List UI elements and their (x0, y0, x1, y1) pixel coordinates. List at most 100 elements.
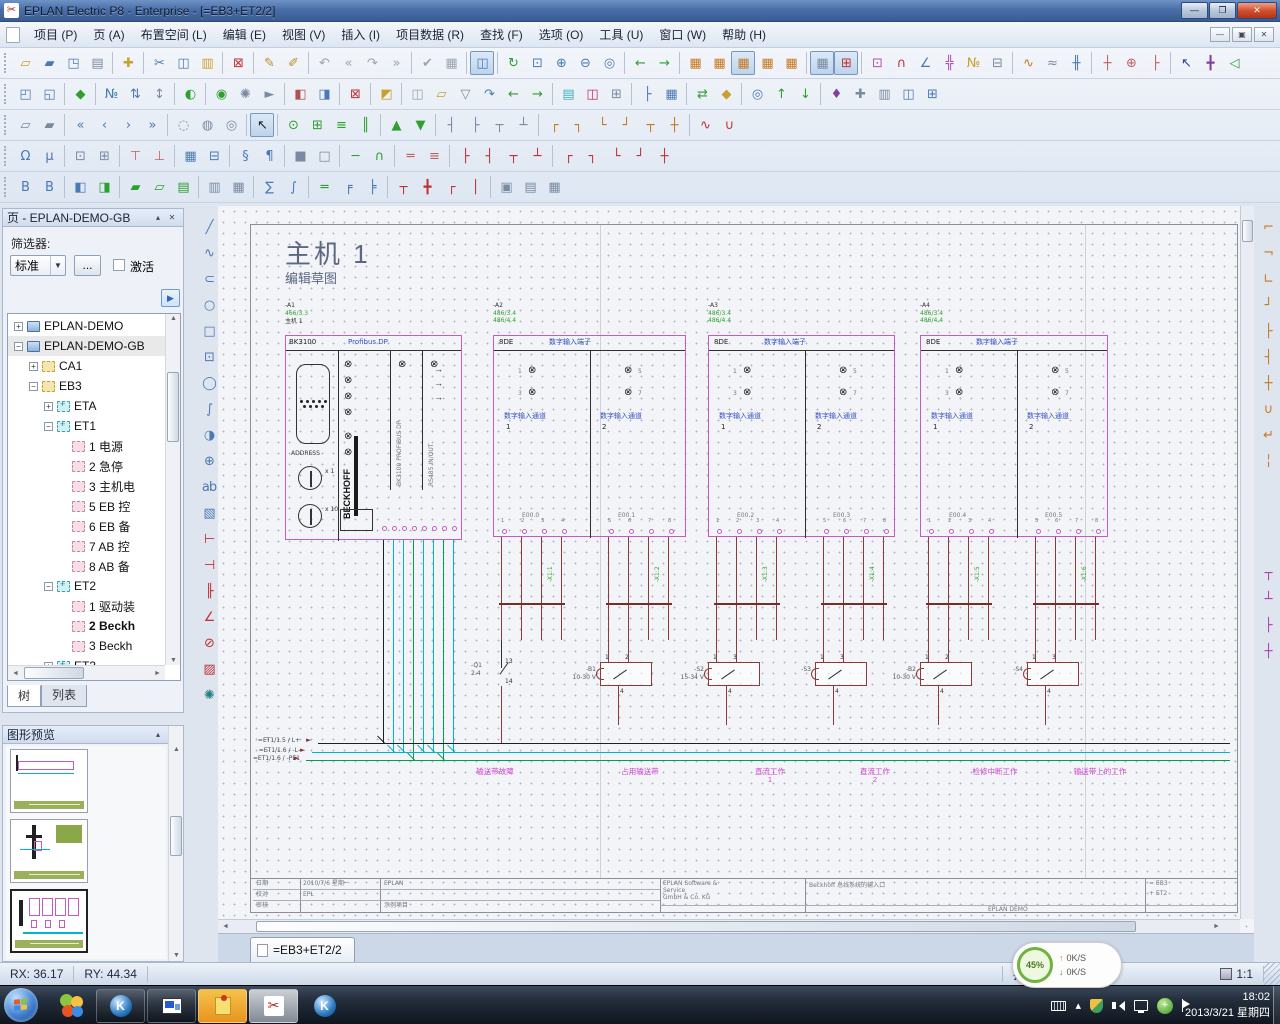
expand-icon[interactable]: + (29, 362, 38, 371)
cross-ref-button[interactable]: ▦ (659, 82, 683, 106)
bend-tl-button[interactable]: ┌ (556, 144, 580, 168)
taskbar-eplan-button[interactable]: ✂ (249, 989, 298, 1023)
preview-thumb-1[interactable] (10, 749, 88, 813)
apply-filter-button[interactable]: ▶ (161, 289, 180, 307)
find-button[interactable]: ◎ (745, 82, 769, 106)
coil-button[interactable]: Ω (13, 144, 37, 168)
symbol-dot-button[interactable]: ◌ (171, 113, 195, 137)
rectangle-button[interactable]: □ (198, 318, 220, 344)
branch-button[interactable]: ╬ (937, 51, 961, 75)
tree-item-8-ab-备[interactable]: 8 AB 备 (8, 556, 165, 576)
tree-vertical-scrollbar[interactable]: ▲ ▼ (165, 314, 180, 665)
approve-button[interactable]: ✔ (415, 51, 439, 75)
panel-pin-icon[interactable]: ▴ (151, 728, 165, 741)
cascade-button[interactable]: ◫ (896, 82, 920, 106)
cut-button[interactable]: ✂ (147, 51, 171, 75)
image-button[interactable]: ▧ (198, 500, 220, 526)
parts-list-button[interactable]: ▤ (556, 82, 580, 106)
dim-radius-button[interactable]: ⊘ (198, 630, 220, 656)
busbar-line-button[interactable]: ═ (398, 144, 422, 168)
jump-link-button[interactable]: ∪ (717, 113, 741, 137)
expand-icon[interactable]: + (44, 402, 53, 411)
insert-symbol-button[interactable]: ⊙ (281, 113, 305, 137)
bend-bl-button[interactable]: └ (604, 144, 628, 168)
expand-icon[interactable]: + (14, 322, 23, 331)
end-c-button[interactable]: ▦ (542, 175, 566, 199)
hatch-button[interactable]: ▨ (198, 656, 220, 682)
measure-button[interactable]: μ (37, 144, 61, 168)
filter-select[interactable]: 标准 ▼ (10, 255, 66, 276)
corner-red-button[interactable]: ┌ (439, 175, 463, 199)
device-tag-button[interactable]: ♦ (824, 82, 848, 106)
mdi-close-button[interactable]: ✕ (1254, 27, 1274, 42)
insert-table-button[interactable]: ▦ (439, 51, 463, 75)
new-button[interactable]: ▱ (13, 51, 37, 75)
sync-button[interactable]: ⇄ (690, 82, 714, 106)
preview-panel-header[interactable]: 图形预览 ▴ ✕ (3, 726, 183, 744)
conn-right-button[interactable]: ├ (463, 113, 487, 137)
menu-item-8[interactable]: 选项 (O) (531, 22, 592, 47)
frame-tr-button[interactable]: ¬ (1257, 240, 1279, 266)
wave-break-button[interactable]: ∿ (693, 113, 717, 137)
node-left-button[interactable]: ┤ (477, 144, 501, 168)
symbol-half-button[interactable]: ◍ (195, 113, 219, 137)
print-button[interactable]: ▤ (85, 51, 109, 75)
tree-horizontal-scrollbar[interactable]: ◄ ► (8, 665, 165, 680)
snap-left-button[interactable]: ◁ (1222, 51, 1246, 75)
canvas-vertical-scrollbar[interactable] (1240, 206, 1254, 919)
volume-icon[interactable] (1112, 1001, 1125, 1011)
window-macro-button[interactable]: ◱ (37, 82, 61, 106)
dim-base-button[interactable]: ╟ (198, 578, 220, 604)
menu-item-9[interactable]: 工具 (U) (591, 22, 651, 47)
tools-set-button[interactable]: ✚ (848, 82, 872, 106)
end-b-button[interactable]: ▤ (518, 175, 542, 199)
first-button[interactable]: « (68, 113, 92, 137)
zoom-in-button[interactable]: ⊕ (549, 51, 573, 75)
center-button[interactable]: ⊕ (1119, 51, 1143, 75)
arc-jump-button[interactable]: ∪ (1257, 396, 1279, 422)
tree-item-1-驱动装[interactable]: 1 驱动装 (8, 596, 165, 616)
schematic-canvas[interactable]: 主机 1 编辑草图 -A1466/3.3主机 1⊗⊗⊗⊗⊗⊗⊗⊗→→→BECKH… (218, 206, 1254, 933)
menu-item-0[interactable]: 项目 (P) (26, 22, 85, 47)
prev-page-button[interactable]: ← (501, 82, 525, 106)
line-button[interactable]: ╱ (198, 214, 220, 240)
pointer-button[interactable]: ↖ (1174, 51, 1198, 75)
tree-item-eplan-demo[interactable]: +EPLAN-DEMO (8, 316, 165, 336)
taskbar-notes-button[interactable] (198, 989, 247, 1023)
360-launcher-icon[interactable] (58, 992, 86, 1020)
menu-item-11[interactable]: 帮助 (H) (714, 22, 774, 47)
taskbar-k2-app-button[interactable]: K (300, 989, 349, 1023)
graphic-sheet-button[interactable]: ▰ (37, 113, 61, 137)
terminal-top-button[interactable]: ⊤ (123, 144, 147, 168)
keyboard-icon[interactable] (1051, 1001, 1066, 1011)
frame-top-button[interactable]: ╒ (336, 175, 360, 199)
tree-item-2-急停[interactable]: 2 急停 (8, 456, 165, 476)
return-button[interactable]: ↵ (1257, 422, 1279, 448)
collapse-icon[interactable]: − (14, 342, 23, 351)
double-line-button[interactable]: ═ (312, 175, 336, 199)
doc-c-button[interactable]: ▤ (171, 175, 195, 199)
tee-button[interactable]: ┬ (638, 113, 662, 137)
menu-item-3[interactable]: 编辑 (E) (215, 22, 274, 47)
design-mode-button[interactable]: ⊡ (865, 51, 889, 75)
interrupt-point-button[interactable]: § (233, 144, 257, 168)
integral-button[interactable]: ∫ (281, 175, 305, 199)
t-right-button[interactable]: ├ (1257, 612, 1279, 638)
title-bar[interactable]: ✂ EPLAN Electric P8 - Enterprise - [=EB3… (0, 0, 1280, 22)
export-data-button[interactable]: ◐ (178, 82, 202, 106)
bar-red-button[interactable]: │ (463, 175, 487, 199)
filter-active-checkbox[interactable] (113, 259, 125, 271)
ellipse-button[interactable]: ◯ (198, 370, 220, 396)
restore-button[interactable]: ❐ (1209, 2, 1236, 19)
tab-list[interactable]: 列表 (41, 685, 87, 707)
corner-br-button[interactable]: ┘ (614, 113, 638, 137)
spline-button[interactable]: ∫ (198, 396, 220, 422)
mdi-restore-button[interactable]: ▣ (1232, 27, 1252, 42)
field-a-button[interactable]: ⊟ (985, 51, 1009, 75)
filter-more-button[interactable]: ... (74, 255, 101, 276)
form-b-button[interactable]: ▦ (226, 175, 250, 199)
panel-pin-icon[interactable]: ▴ (151, 211, 165, 224)
canvas-horizontal-scrollbar[interactable]: ◄ ► (218, 919, 1240, 933)
tab-tree[interactable]: 树 (7, 685, 41, 707)
tree-item-7-ab-控[interactable]: 7 AB 控 (8, 536, 165, 556)
